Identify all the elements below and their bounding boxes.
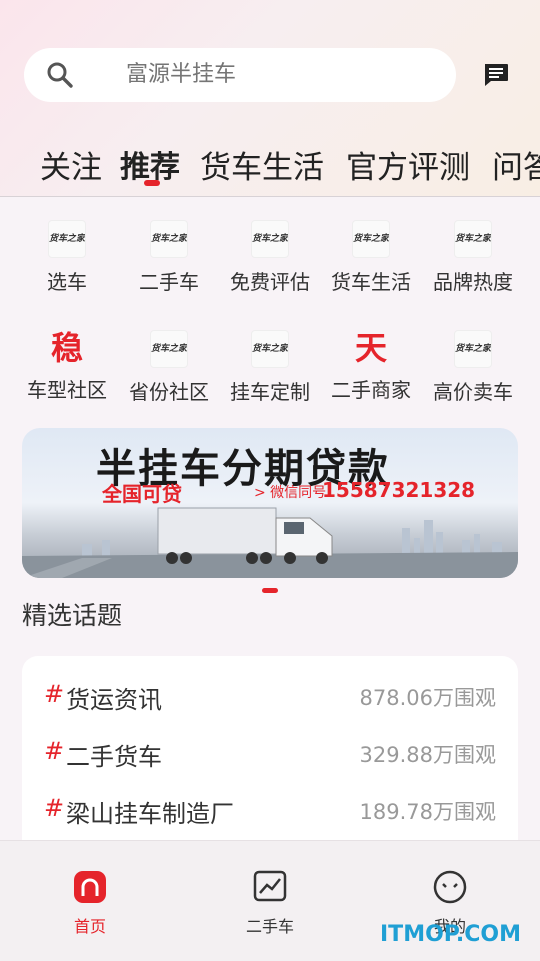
banner-phone: 15587321328 xyxy=(322,478,476,502)
truck-home-logo-icon: 货车之家 xyxy=(454,220,492,258)
chart-icon xyxy=(253,870,287,902)
grid-item-used-dealer[interactable]: 天 二手商家 xyxy=(320,330,422,403)
tab-qa[interactable]: 问答 xyxy=(492,142,540,187)
message-icon[interactable] xyxy=(482,60,510,88)
category-tabs: 关注 推荐 货车生活 官方评测 问答 xyxy=(0,130,540,196)
hash-symbol: # xyxy=(44,680,65,708)
grid-item-label: 货车生活 xyxy=(331,270,411,294)
nav-label: 二手车 xyxy=(245,917,294,936)
truck-home-logo-icon: 货车之家 xyxy=(48,220,86,258)
grid-item-used-car[interactable]: 货车之家 二手车 xyxy=(118,220,220,295)
grid-item-select-car[interactable]: 货车之家 选车 xyxy=(16,220,118,295)
topic-views: 878.06万围观 xyxy=(359,686,496,710)
grid-item-label: 品牌热度 xyxy=(433,270,513,294)
truck-home-logo-icon: 货车之家 xyxy=(251,220,289,258)
tab-truck-life[interactable]: 货车生活 xyxy=(200,142,324,187)
truck-home-logo-icon: 货车之家 xyxy=(150,220,188,258)
nav-label: 首页 xyxy=(73,917,106,936)
grid-item-sell-car[interactable]: 货车之家 高价卖车 xyxy=(422,330,524,405)
truck-home-logo-icon: 货车之家 xyxy=(454,330,492,368)
sky-char-icon: 天 xyxy=(354,330,387,366)
grid-item-free-valuation[interactable]: 货车之家 免费评估 xyxy=(219,220,321,295)
grid-item-label: 车型社区 xyxy=(27,378,107,402)
grid-item-brand-popularity[interactable]: 货车之家 品牌热度 xyxy=(422,220,524,295)
topics-card: # 货运资讯 878.06万围观 # 二手货车 329.88万围观 # 梁山挂车… xyxy=(22,656,518,856)
search-bar[interactable] xyxy=(24,48,456,102)
active-tab-indicator xyxy=(144,180,160,186)
home-icon xyxy=(74,871,106,903)
grid-item-label: 省份社区 xyxy=(129,380,209,404)
search-input[interactable] xyxy=(126,48,426,102)
hash-symbol: # xyxy=(44,794,65,822)
grid-item-model-community[interactable]: 稳 车型社区 xyxy=(16,330,118,403)
face-icon xyxy=(433,870,467,904)
grid-item-label: 选车 xyxy=(47,270,87,294)
truck-home-logo-icon: 货车之家 xyxy=(352,220,390,258)
section-title: 精选话题 xyxy=(22,601,123,630)
topic-views: 189.78万围观 xyxy=(359,800,496,824)
topic-name: 梁山挂车制造厂 xyxy=(66,800,234,828)
nav-home[interactable]: 首页 xyxy=(40,869,140,937)
topic-row[interactable]: # 梁山挂车制造厂 189.78万围观 xyxy=(22,790,518,830)
grid-item-label: 挂车定制 xyxy=(230,380,310,404)
hash-symbol: # xyxy=(44,737,65,765)
tab-follow[interactable]: 关注 xyxy=(40,142,102,187)
carousel-indicator xyxy=(262,588,278,593)
grid-item-label: 高价卖车 xyxy=(433,380,513,404)
topic-row[interactable]: # 货运资讯 878.06万围观 xyxy=(22,676,518,716)
stable-char-icon: 稳 xyxy=(50,330,83,366)
grid-item-label: 免费评估 xyxy=(230,270,310,294)
grid-item-label: 二手车 xyxy=(139,270,199,294)
search-icon xyxy=(47,62,73,88)
topic-views: 329.88万围观 xyxy=(359,743,496,767)
nav-used-car[interactable]: 二手车 xyxy=(220,869,320,937)
watermark: ITMOP.COM xyxy=(380,922,521,947)
banner-wechat-label: > 微信同号 xyxy=(254,485,327,501)
loan-banner[interactable]: 半挂车分期贷款 全国可贷 > 微信同号 15587321328 xyxy=(22,428,518,578)
truck-home-logo-icon: 货车之家 xyxy=(150,330,188,368)
topic-row[interactable]: # 二手货车 329.88万围观 xyxy=(22,733,518,773)
grid-item-label: 二手商家 xyxy=(331,378,411,402)
truck-home-logo-icon: 货车之家 xyxy=(251,330,289,368)
topic-name: 货运资讯 xyxy=(66,686,162,714)
grid-item-province-community[interactable]: 货车之家 省份社区 xyxy=(118,330,220,405)
tab-official-review[interactable]: 官方评测 xyxy=(346,142,470,187)
grid-item-truck-life[interactable]: 货车之家 货车生活 xyxy=(320,220,422,295)
grid-item-trailer-custom[interactable]: 货车之家 挂车定制 xyxy=(219,330,321,405)
topic-name: 二手货车 xyxy=(66,743,162,771)
banner-subtitle: 全国可贷 xyxy=(102,482,182,506)
